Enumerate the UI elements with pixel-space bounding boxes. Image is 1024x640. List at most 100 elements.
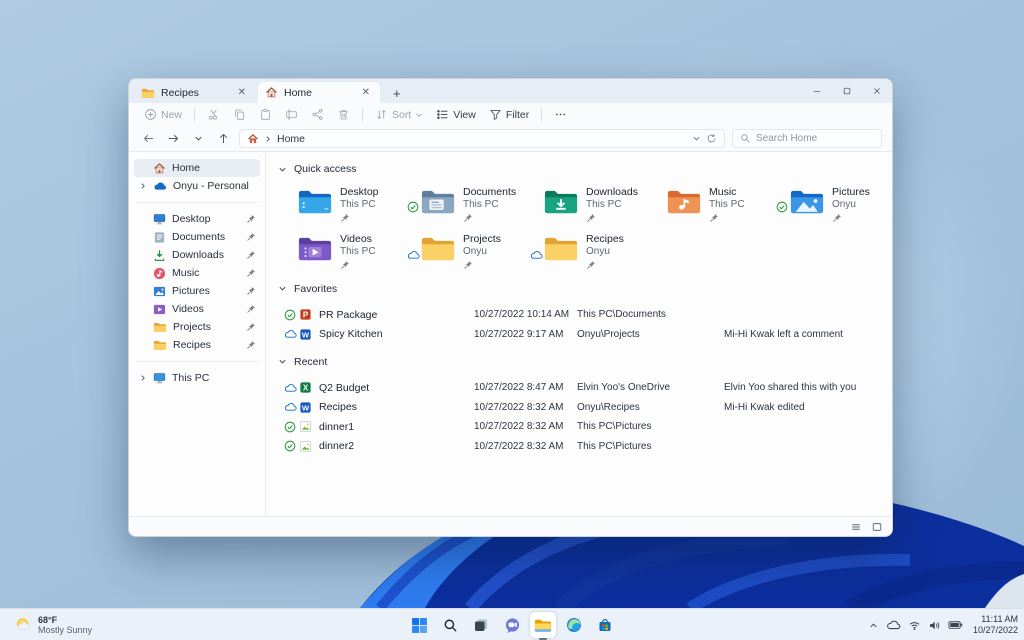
- file-date: 10/27/2022 10:14 AM: [474, 309, 570, 321]
- address-dropdown-icon[interactable]: [692, 134, 701, 143]
- refresh-icon[interactable]: [706, 133, 717, 144]
- wifi-icon[interactable]: [908, 619, 921, 632]
- sidebar-item-projects[interactable]: Projects: [134, 318, 260, 336]
- quick-access-tile-pictures[interactable]: Pictures Onyu: [776, 186, 892, 222]
- quick-access-tile-videos[interactable]: Videos This PC: [284, 233, 407, 269]
- chevron-right-icon[interactable]: [138, 374, 147, 382]
- favorites-header[interactable]: Favorites: [278, 279, 892, 299]
- chevron-down-icon[interactable]: [278, 284, 287, 293]
- sidebar-item-onyu-personal[interactable]: Onyu - Personal: [134, 177, 260, 195]
- pin-icon: [340, 260, 376, 269]
- pin-icon: [709, 213, 745, 222]
- taskbar-start-button[interactable]: [406, 612, 432, 638]
- system-tray: 11:11 AM 10/27/2022: [868, 609, 1018, 640]
- breadcrumb[interactable]: Home: [277, 133, 687, 145]
- sidebar-item-documents[interactable]: Documents: [134, 228, 260, 246]
- sidebar-item-downloads[interactable]: Downloads: [134, 246, 260, 264]
- svg-text:X: X: [303, 384, 309, 393]
- sidebar-item-videos[interactable]: Videos: [134, 300, 260, 318]
- details-view-icon[interactable]: [850, 521, 862, 533]
- minimize-button[interactable]: [802, 79, 832, 103]
- quick-access-tile-music[interactable]: Music This PC: [653, 186, 776, 222]
- quick-access-tile-desktop[interactable]: Desktop This PC: [284, 186, 407, 222]
- quick-access-tile-downloads[interactable]: Downloads This PC: [530, 186, 653, 222]
- volume-icon[interactable]: [928, 619, 941, 632]
- tab-home[interactable]: Home ✕: [258, 82, 380, 103]
- sidebar-item-recipes[interactable]: Recipes: [134, 336, 260, 354]
- recent-locations-button[interactable]: [189, 130, 207, 148]
- favorites-title: Favorites: [294, 282, 338, 295]
- quick-access-tile-recipes[interactable]: Recipes Onyu: [530, 233, 653, 269]
- file-row-pr-package[interactable]: P PR Package 10/27/2022 10:14 AM This PC…: [284, 305, 892, 325]
- svg-text:W: W: [302, 403, 310, 412]
- delete-button[interactable]: [331, 106, 356, 123]
- sort-button[interactable]: Sort: [369, 106, 429, 123]
- see-more-button[interactable]: [548, 106, 573, 123]
- filter-button[interactable]: Filter: [483, 106, 535, 123]
- large-icons-view-icon[interactable]: [871, 521, 883, 533]
- sidebar-item-home[interactable]: Home: [134, 159, 260, 177]
- onedrive-tray-icon[interactable]: [886, 619, 901, 631]
- view-button[interactable]: View: [430, 106, 482, 123]
- tile-location: Onyu: [586, 245, 610, 257]
- search-input[interactable]: [756, 133, 866, 144]
- excel-file-icon: X: [299, 381, 319, 394]
- rename-button[interactable]: [279, 106, 304, 123]
- tile-name: Videos: [340, 232, 372, 245]
- share-button[interactable]: [305, 106, 330, 123]
- sidebar-item-this-pc[interactable]: This PC: [134, 369, 260, 387]
- cut-icon: [207, 108, 220, 121]
- chevron-down-icon[interactable]: [278, 357, 287, 366]
- chevron-up-icon[interactable]: [868, 620, 879, 631]
- sidebar-item-pictures[interactable]: Pictures: [134, 282, 260, 300]
- sidebar-item-desktop[interactable]: Desktop: [134, 210, 260, 228]
- new-button[interactable]: New: [138, 106, 188, 123]
- tab-close-icon[interactable]: ✕: [359, 87, 373, 99]
- file-row-recipes[interactable]: W Recipes 10/27/2022 8:32 AM Onyu\Recipe…: [284, 397, 892, 417]
- synced-status-icon: [284, 440, 299, 452]
- forward-button[interactable]: [164, 130, 182, 148]
- close-button[interactable]: [862, 79, 892, 103]
- quick-access-tile-projects[interactable]: Projects Onyu: [407, 233, 530, 269]
- qa-desktop-icon: [298, 187, 332, 217]
- file-row-spicy-kitchen[interactable]: W Spicy Kitchen 10/27/2022 9:17 AM Onyu\…: [284, 324, 892, 344]
- file-row-dinner1[interactable]: dinner1 10/27/2022 8:32 AM This PC\Pictu…: [284, 417, 892, 437]
- file-row-dinner2[interactable]: dinner2 10/27/2022 8:32 AM This PC\Pictu…: [284, 436, 892, 456]
- recent-header[interactable]: Recent: [278, 352, 892, 372]
- quick-access-header[interactable]: Quick access: [278, 159, 892, 179]
- synced-status-icon: [284, 421, 299, 433]
- taskbar-search-button[interactable]: [437, 612, 463, 638]
- battery-icon[interactable]: [948, 619, 963, 631]
- tab-close-icon[interactable]: ✕: [235, 87, 249, 99]
- up-button[interactable]: [214, 130, 232, 148]
- chevron-down-icon[interactable]: [278, 165, 287, 174]
- chevron-right-icon[interactable]: [138, 182, 147, 190]
- pin-icon: [246, 232, 256, 242]
- tab-recipes[interactable]: Recipes ✕: [134, 82, 256, 103]
- cut-button[interactable]: [201, 106, 226, 123]
- taskbar-task-view-button[interactable]: [468, 612, 494, 638]
- paste-button[interactable]: [253, 106, 278, 123]
- plus-circle-icon: [144, 108, 157, 121]
- desktop: Recipes ✕ Home ✕ + New Sort View Filter …: [0, 0, 1024, 640]
- maximize-button[interactable]: [832, 79, 862, 103]
- quick-access-tile-documents[interactable]: Documents This PC: [407, 186, 530, 222]
- taskbar-file-explorer-button[interactable]: [530, 612, 556, 640]
- file-row-q2-budget[interactable]: X Q2 Budget 10/27/2022 8:47 AM Elvin Yoo…: [284, 378, 892, 398]
- taskbar-store-button[interactable]: [592, 612, 618, 638]
- taskbar-edge-button[interactable]: [561, 612, 587, 638]
- sidebar-item-music[interactable]: Music: [134, 264, 260, 282]
- copy-button[interactable]: [227, 106, 252, 123]
- sidebar-item-label: Recipes: [173, 339, 211, 351]
- tile-location: Onyu: [463, 245, 487, 257]
- back-button[interactable]: [139, 130, 157, 148]
- toolbar-separator: [194, 108, 196, 121]
- address-bar[interactable]: Home: [239, 129, 725, 148]
- file-name: Spicy Kitchen: [319, 328, 383, 341]
- new-tab-button[interactable]: +: [388, 87, 406, 100]
- taskbar-chat-button[interactable]: [499, 612, 525, 638]
- file-date: 10/27/2022 8:47 AM: [474, 382, 564, 394]
- search-box[interactable]: [732, 129, 882, 148]
- clock[interactable]: 11:11 AM 10/27/2022: [970, 614, 1018, 637]
- weather-widget[interactable]: 68°F Mostly Sunny: [8, 612, 98, 638]
